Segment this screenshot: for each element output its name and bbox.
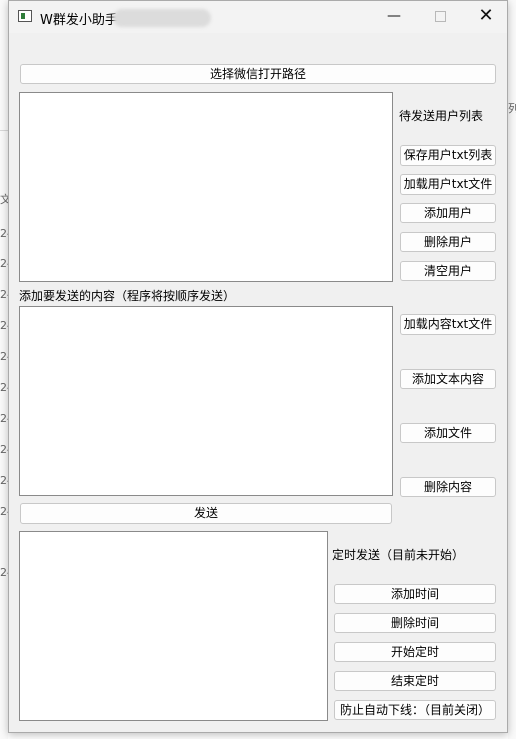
background-divider <box>0 130 8 131</box>
background-text: 24 <box>0 505 8 518</box>
background-text: 文 <box>0 193 8 206</box>
delete-user-button[interactable]: 删除用户 <box>400 232 496 252</box>
schedule-time-list-box[interactable] <box>19 531 328 721</box>
background-window-strip <box>0 0 8 739</box>
delete-content-button[interactable]: 删除内容 <box>400 477 496 497</box>
content-list-box[interactable] <box>19 306 393 496</box>
background-text: 列 <box>508 102 516 115</box>
content-heading: 添加要发送的内容（程序将按顺序发送） <box>19 289 236 303</box>
stop-schedule-button[interactable]: 结束定时 <box>334 671 496 691</box>
background-text: 24 <box>0 443 8 456</box>
clear-users-button[interactable]: 清空用户 <box>400 261 496 281</box>
redacted-title-area <box>113 9 211 27</box>
maximize-button[interactable] <box>417 1 463 33</box>
title-bar[interactable]: W群发小助手 — ✕ <box>9 1 507 33</box>
send-button[interactable]: 发送 <box>20 503 392 524</box>
delete-time-button[interactable]: 删除时间 <box>334 613 496 633</box>
select-wechat-path-button[interactable]: 选择微信打开路径 <box>20 64 496 84</box>
add-user-button[interactable]: 添加用户 <box>400 203 496 223</box>
add-text-content-button[interactable]: 添加文本内容 <box>400 369 496 389</box>
background-text: 24 <box>0 319 8 332</box>
background-text: 24 <box>0 412 8 425</box>
main-window: W群发小助手 — ✕ 选择微信打开路径 待发送用户列表 保存用户txt列表 加载… <box>8 0 508 733</box>
schedule-status-text: 定时发送（目前未开始） <box>332 548 465 562</box>
close-button[interactable]: ✕ <box>463 1 509 33</box>
background-text: 24 <box>0 566 8 579</box>
save-user-txt-button[interactable]: 保存用户txt列表 <box>400 145 496 166</box>
background-text: 24 <box>0 350 8 363</box>
background-window-strip-right: 列 <box>508 0 516 739</box>
start-schedule-button[interactable]: 开始定时 <box>334 642 496 662</box>
minimize-button[interactable]: — <box>371 1 417 33</box>
user-list-box[interactable] <box>19 92 393 282</box>
maximize-icon <box>434 11 446 22</box>
add-file-button[interactable]: 添加文件 <box>400 423 496 443</box>
load-user-txt-button[interactable]: 加载用户txt文件 <box>400 174 496 195</box>
background-text: 24 <box>0 257 8 270</box>
user-list-heading: 待发送用户列表 <box>399 109 484 123</box>
add-time-button[interactable]: 添加时间 <box>334 584 496 604</box>
window-title: W群发小助手 <box>40 13 118 28</box>
load-content-txt-button[interactable]: 加载内容txt文件 <box>400 314 496 335</box>
background-text: 24 <box>0 288 8 301</box>
anti-logout-toggle-button[interactable]: 防止自动下线：（目前关闭） <box>334 700 496 720</box>
background-text: 24 <box>0 474 8 487</box>
background-text: 24 <box>0 381 8 394</box>
background-text: 24 <box>0 227 8 240</box>
app-icon <box>18 10 32 22</box>
